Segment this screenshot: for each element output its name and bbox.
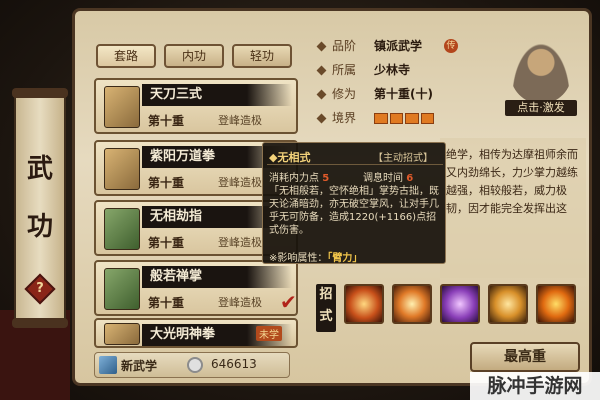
skill-level: 第十重	[148, 296, 185, 310]
side-scroll: 武功 ?	[12, 88, 68, 328]
skill-book-icon	[104, 268, 140, 310]
skill-book-icon	[104, 86, 140, 128]
skill-level: 第十重	[148, 176, 185, 190]
move-description: 「无相般若，空怀绝相」掌势古拙，既天论涌暗劲，亦无破空掌风，让对手几乎无可防备，…	[269, 186, 439, 236]
scroll-cap-bottom	[12, 318, 68, 328]
skill-description: 绝学，相传为达摩祖师余而又内劲绵长，力少掌力越练越强，相较般若，威力极韧，因才能…	[440, 138, 586, 278]
divider	[267, 164, 443, 165]
skill-level: 第十重	[148, 114, 185, 128]
diamond-icon	[316, 89, 327, 100]
scroll-title: 武功	[26, 154, 53, 242]
move-tooltip: ◆无相式 【主动招式】 消耗内力点 5 调息时间 6 「无相般若，空怀绝相」掌势…	[262, 142, 446, 264]
skill-book-icon	[104, 148, 140, 190]
move-effect: ※影响属性：「臂力」	[269, 253, 363, 264]
new-skill-bar[interactable]: 新武学 646613	[94, 352, 290, 378]
move-slot-2-icon[interactable]	[392, 284, 432, 324]
skill-level: 第十重	[148, 236, 185, 250]
diamond-icon	[316, 65, 327, 76]
move-cooldown: 调息时间 6	[363, 173, 414, 184]
currency-value: 646613	[211, 357, 257, 371]
info-realm-row: 境界	[316, 108, 518, 128]
activate-button[interactable]: 点击·激发	[505, 100, 577, 116]
skill-status: 登峰造极	[218, 114, 262, 127]
skill-book-icon	[104, 208, 140, 250]
rank-badge: 传	[444, 39, 458, 53]
tab-lightness-skill[interactable]: 轻功	[232, 44, 292, 68]
skill-item[interactable]: 大光明神拳 未学	[94, 318, 298, 348]
skill-item-selected[interactable]: 般若禅掌 第十重 登峰造极 ✔	[94, 260, 298, 316]
move-name: ◆无相式	[269, 151, 311, 164]
checkmark-icon: ✔	[280, 290, 297, 314]
move-slot-3-icon[interactable]	[440, 284, 480, 324]
help-icon[interactable]: ?	[24, 273, 56, 305]
diamond-icon	[316, 41, 327, 52]
new-skill-label: 新武学	[121, 359, 158, 373]
skill-item[interactable]: 天刀三式 第十重 登峰造极	[94, 78, 298, 134]
tab-inner-skill[interactable]: 内功	[164, 44, 224, 68]
move-slot-5-icon[interactable]	[536, 284, 576, 324]
skill-status: 登峰造极	[218, 236, 262, 249]
skill-name: 般若禅掌	[142, 266, 292, 288]
new-skill-icon	[99, 356, 117, 374]
realm-bar	[374, 113, 434, 124]
tab-routine[interactable]: 套路	[96, 44, 156, 68]
skill-status: 登峰造极	[218, 296, 262, 309]
move-cost: 消耗内力点 5	[269, 173, 330, 184]
skill-book-icon	[104, 323, 140, 345]
move-slot-1-icon[interactable]	[344, 284, 384, 324]
moves-label: 招式	[316, 284, 336, 332]
skill-status: 登峰造极	[218, 176, 262, 189]
diamond-icon	[316, 113, 327, 124]
unlearned-badge: 未学	[256, 326, 282, 341]
info-sect-row: 所属 少林寺	[316, 60, 518, 80]
scroll-cap-top	[12, 88, 68, 98]
site-watermark: 脉冲手游网	[470, 372, 600, 400]
max-level-button[interactable]: 最高重	[470, 342, 580, 372]
move-slot-4-icon[interactable]	[488, 284, 528, 324]
move-type: 【主动招式】	[373, 153, 433, 164]
category-tabs: 套路 内功 轻功	[96, 44, 292, 68]
skill-name: 天刀三式	[142, 84, 292, 106]
info-level-row: 修为 第十重(十)	[316, 84, 518, 104]
info-rank-row: 品阶 镇派武学 传	[316, 36, 518, 56]
monk-avatar[interactable]	[510, 40, 572, 104]
coin-icon	[187, 357, 203, 373]
